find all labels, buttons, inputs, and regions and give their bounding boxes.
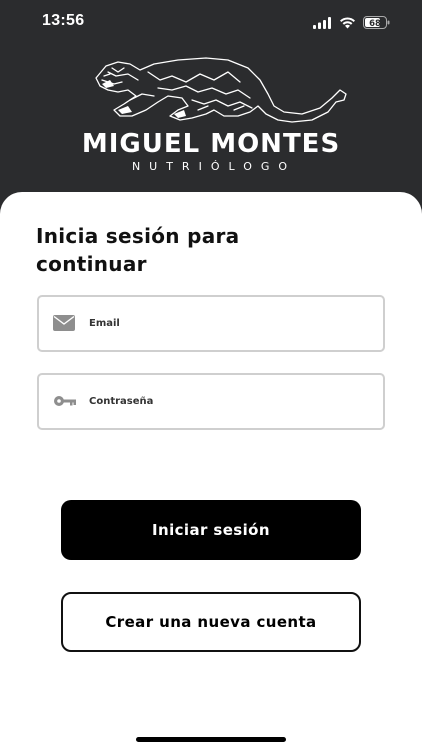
email-field[interactable] [37,295,385,352]
home-indicator[interactable] [136,737,286,742]
login-sheet: Inicia sesión para continuar Iniciar ses… [0,192,422,750]
login-title-line2: continuar [36,252,147,276]
mail-icon [53,315,75,335]
battery-icon: 68 [363,14,390,33]
panther-logo [88,50,350,134]
status-icons: 68 [313,14,390,33]
password-field[interactable] [37,373,385,430]
login-title-line1: Inicia sesión para [36,224,240,248]
wifi-icon [339,14,356,33]
email-input[interactable] [89,297,369,350]
battery-level: 68 [369,19,381,29]
signal-icon [313,14,332,33]
status-bar: 13:56 68 [0,0,422,44]
password-input[interactable] [89,375,369,428]
brand-header: MIGUEL MONTES NUTRIÓLOGO [0,44,422,194]
login-button[interactable]: Iniciar sesión [61,500,361,560]
login-title: Inicia sesión para continuar [36,222,336,278]
status-time: 13:56 [42,12,85,29]
brand-subtitle: NUTRIÓLOGO [131,160,297,173]
brand-name: MIGUEL MONTES [81,129,341,159]
signup-button[interactable]: Crear una nueva cuenta [61,592,361,652]
key-icon [53,393,77,413]
